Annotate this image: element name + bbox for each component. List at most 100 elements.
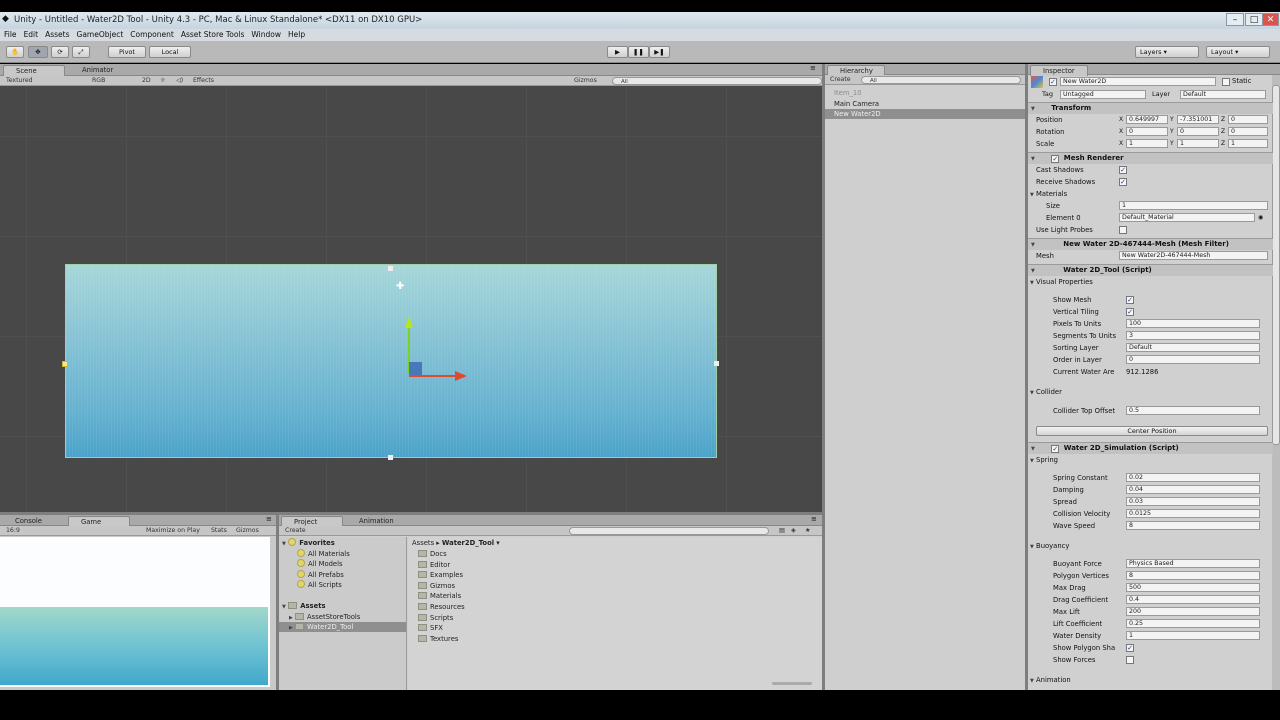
breadcrumb-root[interactable]: Assets <box>412 539 434 547</box>
buoyant-force-dropdown[interactable]: Physics Based <box>1126 559 1260 568</box>
edge-handle-top[interactable] <box>388 266 393 271</box>
spring-constant-field[interactable]: 0.02 <box>1126 473 1260 482</box>
sorting-layer-dropdown[interactable]: Default <box>1126 343 1260 352</box>
asset-tree-item[interactable]: AssetStoreTools <box>307 613 360 621</box>
position-x-field[interactable]: 0.649997 <box>1126 115 1168 124</box>
menu-item-window[interactable]: Window <box>251 29 281 41</box>
filter-label-icon[interactable]: ◈ <box>791 526 796 535</box>
pivot-toggle[interactable]: Pivot <box>108 46 146 58</box>
hierarchy-item[interactable]: Main Camera <box>834 99 879 109</box>
transform-header[interactable]: ▼ Transform <box>1028 102 1273 114</box>
show-mesh-checkbox[interactable]: ✓ <box>1126 296 1134 304</box>
filter-type-icon[interactable]: ▤ <box>779 526 785 535</box>
2d-toggle[interactable]: 2D <box>142 76 151 85</box>
cast-shadows-checkbox[interactable]: ✓ <box>1119 166 1127 174</box>
x-arrow-head-icon[interactable] <box>455 371 467 381</box>
folder-item[interactable]: Editor <box>418 560 450 570</box>
breadcrumb-folder[interactable]: Water2D_Tool <box>442 539 494 547</box>
favorite-item[interactable]: All Scripts <box>308 581 342 589</box>
xy-plane-handle[interactable] <box>409 362 422 375</box>
edge-handle-left[interactable] <box>62 361 68 367</box>
maximize-icon[interactable]: □ <box>1245 13 1263 26</box>
panel-menu-icon[interactable]: ≡ <box>811 515 817 523</box>
aspect-dropdown[interactable]: 16:9 <box>6 526 20 535</box>
light-toggle-icon[interactable]: ☼ <box>160 76 166 85</box>
damping-field[interactable]: 0.04 <box>1126 485 1260 494</box>
step-button[interactable]: ▶❚ <box>649 46 670 58</box>
hierarchy-item[interactable]: Item_10 <box>834 88 862 98</box>
water2d-object[interactable] <box>65 264 717 458</box>
position-z-field[interactable]: 0 <box>1228 115 1268 124</box>
scale-z-field[interactable]: 1 <box>1228 139 1268 148</box>
menu-item-file[interactable]: File <box>4 29 17 41</box>
folder-item[interactable]: Resources <box>418 602 465 612</box>
favorite-item[interactable]: All Materials <box>308 550 350 558</box>
mesh-renderer-header[interactable]: ▼ ✓ Mesh Renderer <box>1028 152 1273 164</box>
mesh-filter-header[interactable]: ▼ New Water 2D-467444-Mesh (Mesh Filter) <box>1028 238 1273 250</box>
close-icon[interactable]: ✕ <box>1262 13 1279 26</box>
tag-dropdown[interactable]: Untagged <box>1060 90 1146 99</box>
max-lift-field[interactable]: 200 <box>1126 607 1260 616</box>
hand-tool-icon[interactable]: ✋ <box>6 46 24 58</box>
drag-coefficient-field[interactable]: 0.4 <box>1126 595 1260 604</box>
rotation-y-field[interactable]: 0 <box>1177 127 1219 136</box>
light-probes-checkbox[interactable] <box>1119 226 1127 234</box>
max-drag-field[interactable]: 500 <box>1126 583 1260 592</box>
tab-inspector[interactable]: Inspector <box>1030 65 1088 76</box>
tab-animator[interactable]: Animator <box>70 65 130 76</box>
collision-velocity-field[interactable]: 0.0125 <box>1126 509 1260 518</box>
stats-toggle[interactable]: Stats <box>211 526 227 535</box>
vertical-tiling-checkbox[interactable]: ✓ <box>1126 308 1134 316</box>
hierarchy-search-input[interactable]: All <box>861 76 1021 84</box>
menu-item-asset-store-tools[interactable]: Asset Store Tools <box>181 29 245 41</box>
favorite-item[interactable]: All Prefabs <box>308 571 344 579</box>
move-tool-icon[interactable]: ✥ <box>28 46 48 58</box>
scene-search-input[interactable]: All <box>612 77 822 85</box>
game-view[interactable] <box>0 537 270 687</box>
spread-field[interactable]: 0.03 <box>1126 497 1260 506</box>
effects-dropdown[interactable]: Effects <box>193 76 214 85</box>
active-checkbox[interactable]: ✓ <box>1049 78 1057 86</box>
materials-size-field[interactable]: 1 <box>1119 201 1268 210</box>
y-arrow-head-icon[interactable] <box>405 316 413 328</box>
menu-item-assets[interactable]: Assets <box>45 29 69 41</box>
menu-item-gameobject[interactable]: GameObject <box>77 29 124 41</box>
play-button[interactable]: ▶ <box>607 46 628 58</box>
icon-size-slider[interactable] <box>772 682 812 685</box>
object-name-field[interactable]: New Water2D <box>1060 77 1216 86</box>
maximize-on-play-toggle[interactable]: Maximize on Play <box>146 526 200 535</box>
color-mode-dropdown[interactable]: RGB <box>92 76 105 85</box>
assets-root-label[interactable]: Assets <box>300 602 325 610</box>
panel-menu-icon[interactable]: ≡ <box>266 515 272 523</box>
rotate-tool-icon[interactable]: ⟳ <box>51 46 69 58</box>
hierarchy-create-dropdown[interactable]: Create <box>830 75 851 84</box>
show-forces-checkbox[interactable] <box>1126 656 1134 664</box>
favorite-star-icon[interactable]: ★ <box>805 526 811 535</box>
wave-speed-field[interactable]: 8 <box>1126 521 1260 530</box>
layers-dropdown[interactable]: Layers ▾ <box>1135 46 1199 58</box>
edge-handle-right[interactable] <box>714 361 719 366</box>
game-gizmos-dropdown[interactable]: Gizmos <box>236 526 259 535</box>
project-search-input[interactable] <box>569 527 769 535</box>
audio-toggle-icon[interactable]: ◁) <box>176 76 183 85</box>
layout-dropdown[interactable]: Layout ▾ <box>1206 46 1270 58</box>
receive-shadows-checkbox[interactable]: ✓ <box>1119 178 1127 186</box>
folder-item[interactable]: Docs <box>418 549 447 559</box>
polygon-vertices-field[interactable]: 8 <box>1126 571 1260 580</box>
center-position-button[interactable]: Center Position <box>1036 426 1268 436</box>
move-gizmo[interactable] <box>395 310 475 390</box>
folder-item[interactable]: Gizmos <box>418 581 455 591</box>
scale-tool-icon[interactable]: ⤢ <box>72 46 90 58</box>
favorite-item[interactable]: All Models <box>308 560 343 568</box>
collider-top-offset-field[interactable]: 0.5 <box>1126 406 1260 415</box>
gizmos-dropdown[interactable]: Gizmos <box>574 76 597 85</box>
folder-item[interactable]: SFX <box>418 623 443 633</box>
folder-item[interactable]: Textures <box>418 634 458 644</box>
menu-item-help[interactable]: Help <box>288 29 305 41</box>
favorites-label[interactable]: Favorites <box>299 539 335 547</box>
mesh-field[interactable]: New Water2D-467444-Mesh <box>1119 251 1268 260</box>
rotation-x-field[interactable]: 0 <box>1126 127 1168 136</box>
scale-y-field[interactable]: 1 <box>1177 139 1219 148</box>
object-picker-icon[interactable]: ◉ <box>1258 212 1263 224</box>
water-density-field[interactable]: 1 <box>1126 631 1260 640</box>
